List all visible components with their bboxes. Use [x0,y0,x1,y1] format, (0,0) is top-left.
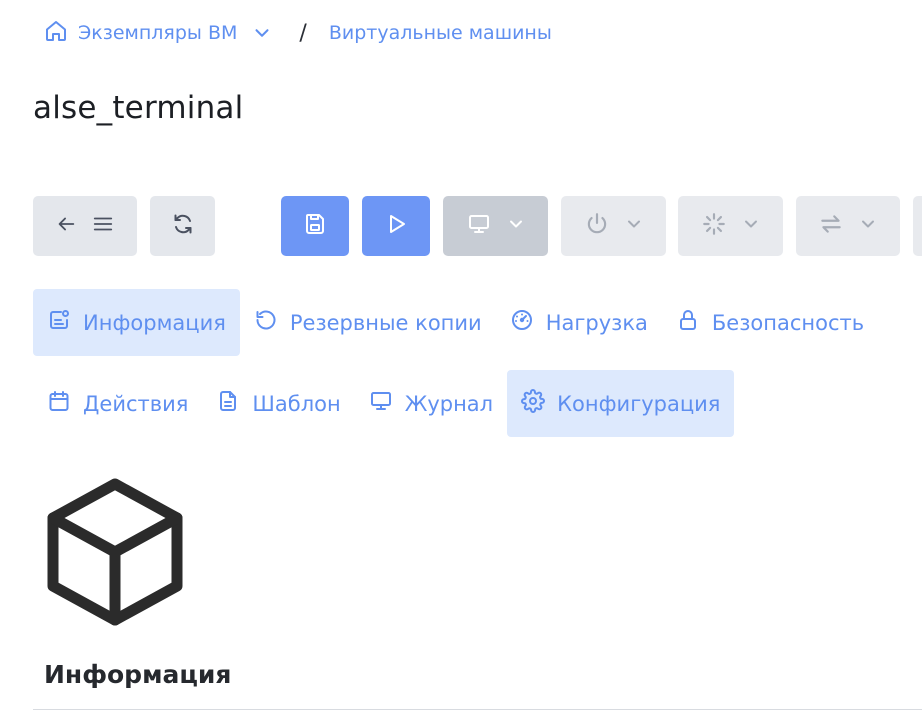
tab-backups-label: Резервные копии [289,310,482,335]
tabs-row-2: Действия Шаблон Журнал Конфигурация [33,370,735,437]
tab-log[interactable]: Журнал [355,370,507,437]
divider [33,709,922,710]
save-icon [303,212,327,240]
chevron-down-icon [741,214,761,238]
power-icon [584,211,610,241]
start-button[interactable] [362,196,430,256]
state-dropdown-button[interactable] [678,196,783,256]
tab-actions-label: Действия [83,391,189,416]
chevron-down-icon [624,214,644,238]
arrow-left-icon [55,213,77,239]
chevron-down-icon [506,214,526,238]
back-menu-button[interactable] [33,196,137,256]
breadcrumb-parent-label: Экземпляры ВМ [78,22,238,44]
tab-load-label: Нагрузка [545,310,648,335]
breadcrumb-current-label: Виртуальные машины [328,22,552,44]
tab-template[interactable]: Шаблон [202,370,354,437]
overflow-button[interactable] [913,196,922,256]
menu-icon [91,213,115,239]
breadcrumb-current[interactable]: Виртуальные машины [329,22,552,44]
arrows-exchange-icon [818,211,844,241]
monitor-icon [466,212,492,240]
tab-security-label: Безопасность [711,310,865,335]
tab-security[interactable]: Безопасность [662,289,878,356]
tab-information[interactable]: Информация [33,289,240,356]
chevron-down-icon [858,214,878,238]
refresh-icon [171,212,195,240]
toolbar [0,196,922,256]
breadcrumb-separator: / [299,20,307,46]
breadcrumb-parent[interactable]: Экземпляры ВМ [44,19,273,48]
cube-icon [44,476,186,632]
home-icon [44,19,68,48]
document-icon [216,389,240,418]
tab-actions[interactable]: Действия [33,370,202,437]
migrate-dropdown-button[interactable] [796,196,900,256]
chevron-down-icon[interactable] [251,22,273,44]
save-button[interactable] [281,196,349,256]
history-icon [254,308,278,337]
tab-information-label: Информация [83,310,226,335]
console-dropdown-button[interactable] [443,196,548,256]
gear-icon [521,389,546,418]
monitor-icon [369,389,393,418]
play-icon [384,212,408,240]
tab-template-label: Шаблон [252,391,341,416]
tabs-row-1: Информация Резервные копии Нагрузка Безо… [33,289,878,356]
power-dropdown-button[interactable] [561,196,666,256]
tab-configuration[interactable]: Конфигурация [507,370,735,437]
refresh-button[interactable] [150,196,215,256]
loader-icon [701,211,727,241]
tab-configuration-label: Конфигурация [557,391,721,416]
tab-backups[interactable]: Резервные копии [240,289,496,356]
calendar-icon [47,389,71,418]
tab-load[interactable]: Нагрузка [496,289,662,356]
page-title: alse_terminal [33,90,244,126]
lock-icon [676,308,700,337]
breadcrumb: Экземпляры ВМ / Виртуальные машины [44,18,552,48]
section-title: Информация [44,660,232,689]
gauge-icon [510,308,534,337]
info-card-icon [47,308,71,337]
tab-log-label: Журнал [404,391,494,416]
